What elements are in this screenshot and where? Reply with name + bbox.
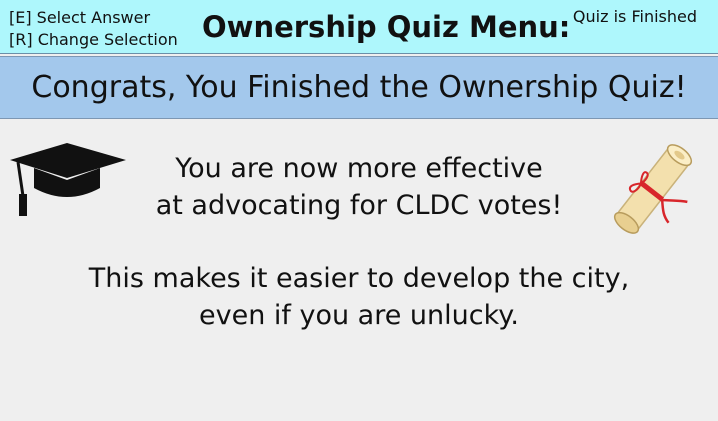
controls-hint: [E] Select Answer [R] Change Selection — [9, 7, 178, 51]
quiz-screen: [E] Select Answer [R] Change Selection O… — [0, 0, 718, 421]
select-answer-hint: [E] Select Answer — [9, 8, 151, 27]
menu-header: [E] Select Answer [R] Change Selection O… — [0, 0, 718, 54]
development-line-1: This makes it easier to develop the city… — [88, 263, 630, 294]
change-selection-hint: [R] Change Selection — [9, 30, 178, 49]
congrats-banner: Congrats, You Finished the Ownership Qui… — [0, 56, 718, 119]
diploma-scroll-icon — [598, 136, 708, 246]
development-line-2: even if you are unlucky. — [199, 300, 519, 331]
quiz-status: Quiz is Finished — [572, 7, 697, 26]
congrats-text: Congrats, You Finished the Ownership Qui… — [31, 70, 687, 105]
development-message: This makes it easier to develop the city… — [0, 260, 718, 334]
menu-title: Ownership Quiz Menu: — [202, 10, 571, 44]
